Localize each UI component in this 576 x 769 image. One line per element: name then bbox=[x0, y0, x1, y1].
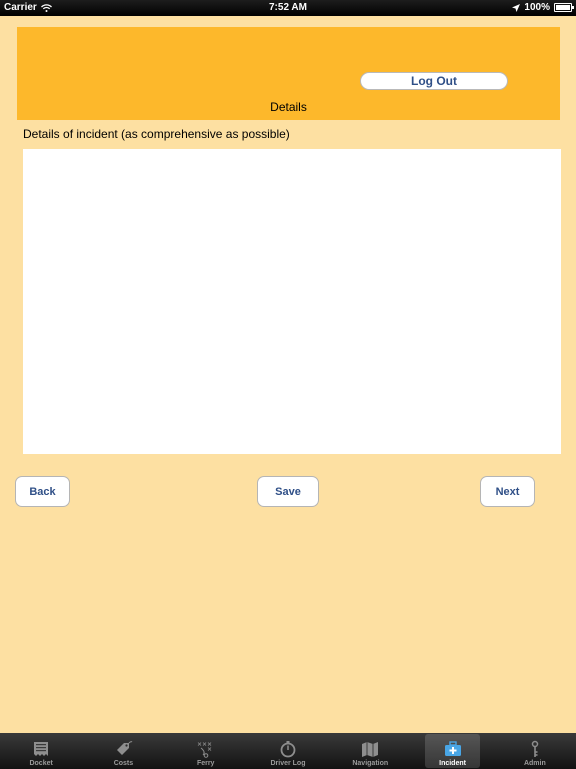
save-button[interactable]: Save bbox=[257, 476, 319, 507]
price-tag-icon bbox=[117, 741, 133, 755]
details-prompt-label: Details of incident (as comprehensive as… bbox=[23, 127, 290, 141]
tab-label: Incident bbox=[439, 760, 466, 767]
tab-label: Navigation bbox=[352, 760, 389, 767]
tab-admin[interactable]: Admin bbox=[494, 733, 576, 769]
back-button[interactable]: Back bbox=[15, 476, 70, 507]
page-title: Details bbox=[270, 100, 307, 114]
map-icon bbox=[362, 742, 379, 757]
tab-label: Docket bbox=[29, 760, 53, 767]
ferry-icon: ××× × bbox=[197, 741, 212, 758]
tab-bar: Docket Costs ××× × Ferry Driver Log Navi… bbox=[0, 733, 576, 769]
tab-costs[interactable]: Costs bbox=[82, 733, 164, 769]
status-bar: Carrier 7:52 AM 100% bbox=[0, 0, 576, 16]
battery-percent: 100% bbox=[524, 2, 550, 13]
first-aid-kit-icon bbox=[444, 741, 461, 756]
location-arrow-icon bbox=[512, 3, 521, 12]
tab-label: Costs bbox=[113, 760, 134, 767]
tab-navigation[interactable]: Navigation bbox=[329, 733, 411, 769]
status-time: 7:52 AM bbox=[269, 2, 307, 13]
tab-ferry[interactable]: ××× × Ferry bbox=[165, 733, 247, 769]
next-button[interactable]: Next bbox=[480, 476, 535, 507]
key-icon bbox=[531, 740, 539, 757]
tab-driver-log[interactable]: Driver Log bbox=[247, 733, 329, 769]
tab-label: Ferry bbox=[196, 760, 215, 767]
svg-text:×: × bbox=[207, 746, 212, 753]
stopwatch-icon bbox=[280, 741, 296, 758]
tab-incident[interactable]: Incident bbox=[411, 733, 493, 769]
tab-docket[interactable]: Docket bbox=[0, 733, 82, 769]
header-panel: Log Out Details bbox=[17, 27, 560, 120]
tab-label: Admin bbox=[523, 760, 546, 767]
incident-details-textarea[interactable] bbox=[23, 149, 561, 454]
status-right: 100% bbox=[512, 2, 574, 13]
tab-label: Driver Log bbox=[270, 760, 306, 767]
logout-button[interactable]: Log Out bbox=[360, 72, 508, 90]
docket-icon bbox=[34, 742, 49, 756]
battery-icon bbox=[554, 3, 574, 12]
